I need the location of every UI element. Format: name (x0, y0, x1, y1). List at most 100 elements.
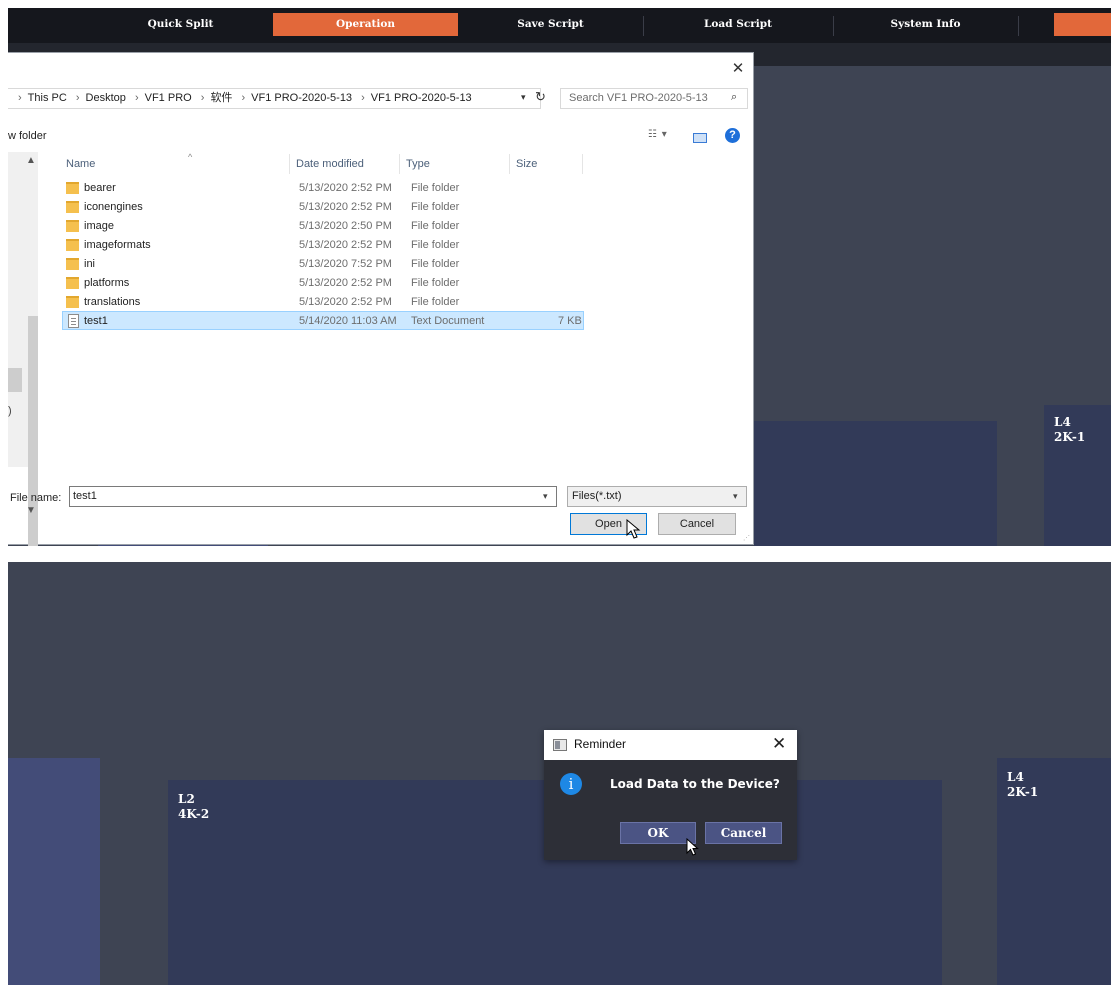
tab-load-script[interactable]: Load Script (643, 13, 833, 36)
chevron-up-icon[interactable]: ▲ (26, 155, 36, 166)
file-type: File folder (411, 239, 460, 251)
folder-icon (66, 277, 79, 289)
search-input[interactable]: Search VF1 PRO-2020-5-13 (560, 88, 748, 109)
file-open-dialog: ✕ › This PC › Desktop › VF1 PRO › 软件 › VF1 PR… (8, 52, 754, 546)
navigation-pane-item[interactable] (8, 368, 22, 392)
resize-grip-icon[interactable]: ⋰ (743, 534, 751, 542)
file-row[interactable]: iconengines 5/13/2020 2:52 PM File folde… (62, 198, 584, 217)
chevron-down-icon[interactable]: ▾ (521, 92, 526, 103)
tab-save-script[interactable]: Save Script (458, 13, 643, 36)
chevron-down-icon[interactable]: ▾ (733, 491, 738, 502)
preview-pane-icon[interactable] (693, 133, 707, 143)
file-date: 5/13/2020 7:52 PM (299, 258, 392, 270)
folder-icon (66, 201, 79, 213)
file-date: 5/13/2020 2:52 PM (299, 201, 392, 213)
file-row[interactable]: bearer 5/13/2020 2:52 PM File folder (62, 179, 584, 198)
column-header-date-modified[interactable]: Date modified (290, 154, 400, 174)
breadcrumb-separator: › (75, 92, 80, 104)
reminder-dialog: Reminder ✕ i Load Data to the Device? OK… (544, 730, 797, 860)
tab-system-info[interactable]: System Info (833, 13, 1018, 36)
cancel-button[interactable]: Cancel (705, 822, 782, 844)
layer-block[interactable] (754, 421, 997, 546)
chevron-down-icon[interactable]: ▾ (543, 491, 548, 502)
menu-separator (1018, 16, 1019, 36)
breadcrumb-separator: › (18, 92, 22, 104)
file-name: bearer (84, 182, 116, 194)
file-name: platforms (84, 277, 130, 289)
file-type-select[interactable]: Files(*.txt) (567, 486, 747, 507)
column-header-type[interactable]: Type (400, 154, 510, 174)
app-window-icon (553, 739, 567, 751)
navigation-pane-scrollbar[interactable] (8, 152, 38, 546)
navigation-pane-text: ) (8, 405, 12, 417)
column-header-size[interactable]: Size (510, 154, 583, 174)
file-date: 5/13/2020 2:52 PM (299, 182, 392, 194)
chevron-down-icon[interactable]: ▼ (26, 505, 36, 516)
layer-l4[interactable]: L4 2K-1 (1044, 405, 1111, 546)
file-name-input[interactable]: test1 (69, 486, 557, 507)
file-row[interactable]: platforms 5/13/2020 2:52 PM File folder (62, 274, 584, 293)
address-bar[interactable]: › This PC › Desktop › VF1 PRO › 软件 › VF1 PRO-… (8, 88, 541, 109)
file-name: imageformats (84, 239, 151, 251)
layer-l2-label: L2 4K-2 (178, 792, 210, 821)
file-type: File folder (411, 296, 460, 308)
ok-button[interactable]: OK (620, 822, 696, 844)
close-icon[interactable]: ✕ (730, 61, 746, 77)
folder-icon (66, 296, 79, 308)
folder-icon (66, 182, 79, 194)
mouse-cursor-icon (686, 838, 699, 856)
close-icon[interactable]: ✕ (772, 734, 786, 754)
breadcrumb-software[interactable]: 软件 (210, 92, 232, 104)
mouse-cursor-icon (626, 519, 641, 539)
file-name: translations (84, 296, 141, 308)
file-row[interactable]: translations 5/13/2020 2:52 PM File fold… (62, 293, 584, 312)
folder-icon (66, 258, 79, 270)
file-list-header: Name ^ Date modified Type Size (48, 152, 583, 174)
file-date: 5/13/2020 2:52 PM (299, 239, 392, 251)
file-type: Text Document (411, 315, 485, 327)
file-size: 7 KB (558, 315, 582, 327)
breadcrumb-separator: › (134, 92, 139, 104)
breadcrumb-this-pc[interactable]: This PC (28, 92, 67, 104)
new-folder-button[interactable]: w folder (8, 130, 47, 142)
search-icon[interactable]: ⌕ (731, 91, 737, 104)
layer-l4-label: L4 2K-1 (1007, 770, 1039, 799)
file-row-selected[interactable]: test1 5/14/2020 11:03 AM Text Document 7… (62, 311, 584, 330)
bottom-screenshot-panel: L2 4K-2 L4 2K-1 Reminder ✕ i Load Data t… (8, 562, 1111, 985)
info-icon: i (560, 773, 582, 795)
file-row[interactable]: image 5/13/2020 2:50 PM File folder (62, 217, 584, 236)
reminder-titlebar: Reminder ✕ (544, 730, 797, 760)
sort-ascending-icon: ^ (188, 152, 193, 162)
view-options-icon[interactable]: ☷ ▾ (648, 129, 668, 140)
file-name: image (84, 220, 114, 232)
refresh-icon[interactable]: ↻ (535, 89, 546, 105)
layer-l4[interactable]: L4 2K-1 (997, 758, 1111, 985)
file-row[interactable]: ini 5/13/2020 7:52 PM File folder (62, 255, 584, 274)
tab-quick-split[interactable]: Quick Split (88, 13, 273, 36)
file-name: iconengines (84, 201, 143, 213)
file-type: File folder (411, 277, 460, 289)
tab-overflow[interactable] (1054, 13, 1111, 36)
reminder-message: Load Data to the Device? (610, 777, 780, 791)
cancel-button[interactable]: Cancel (658, 513, 736, 535)
breadcrumb-folder[interactable]: VF1 PRO-2020-5-13 (251, 92, 352, 104)
file-name: test1 (84, 315, 108, 327)
column-header-name[interactable]: Name (60, 154, 290, 174)
menu-bar: Quick Split Operation Save Script Load S… (8, 8, 1111, 43)
layer-left[interactable] (8, 758, 100, 985)
breadcrumb-current-folder[interactable]: VF1 PRO-2020-5-13 (371, 92, 472, 104)
breadcrumb-desktop[interactable]: Desktop (86, 92, 126, 104)
breadcrumb-separator: › (241, 92, 246, 104)
tab-operation[interactable]: Operation (273, 13, 458, 36)
breadcrumb-separator: › (200, 92, 205, 104)
file-row[interactable]: imageformats 5/13/2020 2:52 PM File fold… (62, 236, 584, 255)
text-document-icon (68, 314, 79, 328)
breadcrumb-separator: › (361, 92, 365, 104)
file-type: File folder (411, 258, 460, 270)
file-date: 5/14/2020 11:03 AM (299, 315, 397, 327)
layer-l4-label: L4 2K-1 (1054, 415, 1086, 444)
top-screenshot-panel: Quick Split Operation Save Script Load S… (8, 8, 1111, 546)
breadcrumb-vf1-pro[interactable]: VF1 PRO (145, 92, 192, 104)
help-icon[interactable]: ? (725, 128, 740, 143)
file-date: 5/13/2020 2:52 PM (299, 296, 392, 308)
